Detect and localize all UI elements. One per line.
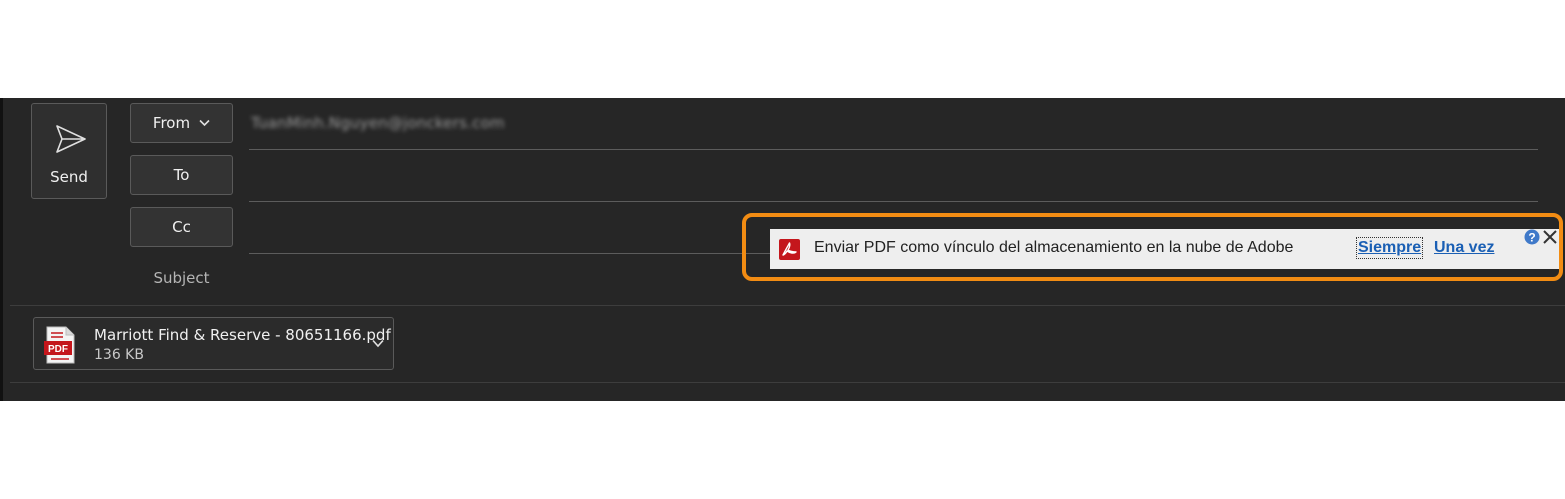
send-icon bbox=[56, 125, 86, 153]
attachment-filesize: 136 KB bbox=[94, 347, 144, 363]
pdf-icon-text: PDF bbox=[48, 344, 68, 355]
attachment-filename: Marriott Find & Reserve - 80651166.pdf bbox=[94, 326, 391, 344]
adobe-cloud-bar: Enviar PDF como vínculo del almacenamien… bbox=[770, 229, 1559, 269]
once-link[interactable]: Una vez bbox=[1434, 239, 1494, 257]
from-button[interactable]: From bbox=[130, 103, 233, 143]
to-button[interactable]: To bbox=[130, 155, 233, 195]
chevron-down-icon[interactable] bbox=[372, 339, 384, 348]
send-label: Send bbox=[50, 168, 88, 186]
cc-button[interactable]: Cc bbox=[130, 207, 233, 247]
subject-label: Subject bbox=[153, 269, 210, 287]
cc-label: Cc bbox=[172, 218, 191, 236]
adobe-message: Enviar PDF como vínculo del almacenamien… bbox=[814, 239, 1294, 256]
to-underline bbox=[249, 201, 1538, 202]
adobe-acrobat-icon bbox=[779, 239, 800, 260]
always-link[interactable]: Siempre bbox=[1355, 237, 1424, 259]
from-underline bbox=[249, 149, 1538, 150]
attachment-card[interactable]: PDF Marriott Find & Reserve - 80651166.p… bbox=[33, 317, 394, 370]
pdf-file-icon: PDF bbox=[44, 326, 75, 364]
attachment-divider bbox=[10, 382, 1565, 383]
from-address: TuanMinh.Nguyen@jonckers.com bbox=[251, 114, 505, 132]
window-edge bbox=[0, 98, 3, 401]
send-button[interactable]: Send bbox=[31, 103, 107, 199]
to-field[interactable] bbox=[251, 156, 1540, 198]
chevron-down-icon bbox=[199, 119, 210, 127]
from-label: From bbox=[152, 114, 191, 132]
svg-text:?: ? bbox=[1528, 231, 1535, 245]
help-icon[interactable]: ? bbox=[1524, 229, 1540, 245]
header-divider bbox=[10, 305, 1565, 306]
close-icon[interactable] bbox=[1542, 229, 1558, 245]
to-label: To bbox=[173, 166, 190, 184]
